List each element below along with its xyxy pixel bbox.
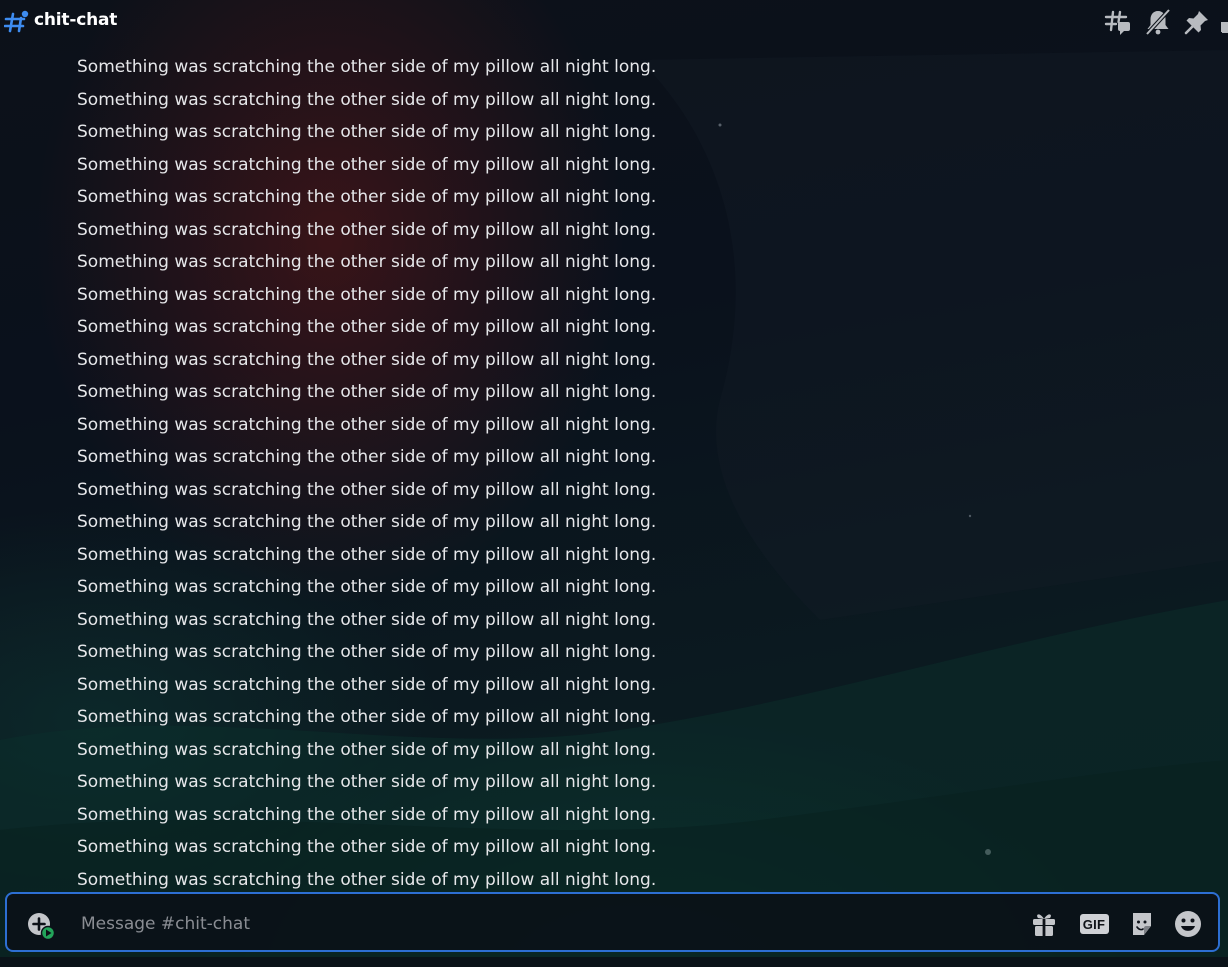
- inbox-icon: [1221, 22, 1228, 33]
- inbox-button[interactable]: [1216, 8, 1228, 36]
- emoji-icon: [1175, 911, 1201, 937]
- message-text: Something was scratching the other side …: [77, 642, 657, 662]
- message-text: Something was scratching the other side …: [77, 89, 657, 110]
- text-channel-icon: [4, 10, 29, 33]
- message-text: Something was scratching the other side …: [77, 284, 657, 305]
- gift-icon: [1033, 914, 1055, 936]
- message-text: Something was scratching the other side …: [77, 707, 657, 727]
- gif-icon: GIF: [1079, 914, 1109, 934]
- message-text: Something was scratching the other side …: [77, 577, 657, 597]
- channel-title: chit-chat: [34, 10, 118, 30]
- sticker-icon: [1133, 913, 1151, 935]
- gift-button[interactable]: [1028, 908, 1060, 940]
- channel-header: chit-chat: [0, 0, 1228, 44]
- attach-button[interactable]: [26, 911, 56, 941]
- gif-button[interactable]: GIF: [1078, 908, 1110, 940]
- message-text: Something was scratching the other side …: [77, 447, 657, 467]
- bottom-strip: [0, 957, 1228, 967]
- message-text: Something was scratching the other side …: [77, 544, 657, 565]
- message-text: Something was scratching the other side …: [77, 317, 657, 337]
- sticker-button[interactable]: [1126, 908, 1158, 940]
- message-text: Something was scratching the other side …: [77, 349, 657, 370]
- attach-plus-icon: [28, 913, 56, 941]
- message-text: Something was scratching the other side …: [77, 122, 657, 142]
- message-text: Something was scratching the other side …: [77, 154, 657, 175]
- message-text: Something was scratching the other side …: [77, 187, 657, 207]
- message-composer: GIF: [5, 892, 1220, 952]
- message-text: Something was scratching the other side …: [77, 869, 657, 890]
- message-text: Something was scratching the other side …: [77, 414, 657, 435]
- message-text: Something was scratching the other side …: [77, 382, 657, 402]
- message-input[interactable]: [79, 908, 963, 940]
- pinned-messages-button[interactable]: [1183, 8, 1211, 36]
- message-text: Something was scratching the other side …: [77, 479, 657, 500]
- message-text: Something was scratching the other side …: [77, 739, 657, 760]
- notification-settings-button[interactable]: [1144, 8, 1172, 36]
- message-list: Something was scratching the other side …: [0, 50, 1228, 890]
- message-text: Something was scratching the other side …: [77, 609, 657, 630]
- message-text: Something was scratching the other side …: [77, 772, 657, 792]
- pin-icon: [1184, 11, 1208, 35]
- message-text: Something was scratching the other side …: [77, 804, 657, 825]
- message-text: Something was scratching the other side …: [77, 674, 657, 695]
- message-text: Something was scratching the other side …: [77, 252, 657, 272]
- threads-button[interactable]: [1104, 8, 1132, 36]
- message-text: Something was scratching the other side …: [77, 512, 657, 532]
- message-text: Something was scratching the other side …: [77, 57, 657, 77]
- emoji-button[interactable]: [1172, 908, 1204, 940]
- message-text: Something was scratching the other side …: [77, 837, 657, 857]
- message-text: Something was scratching the other side …: [77, 219, 657, 240]
- threads-icon: [1104, 10, 1130, 35]
- notifications-muted-icon: [1145, 8, 1171, 36]
